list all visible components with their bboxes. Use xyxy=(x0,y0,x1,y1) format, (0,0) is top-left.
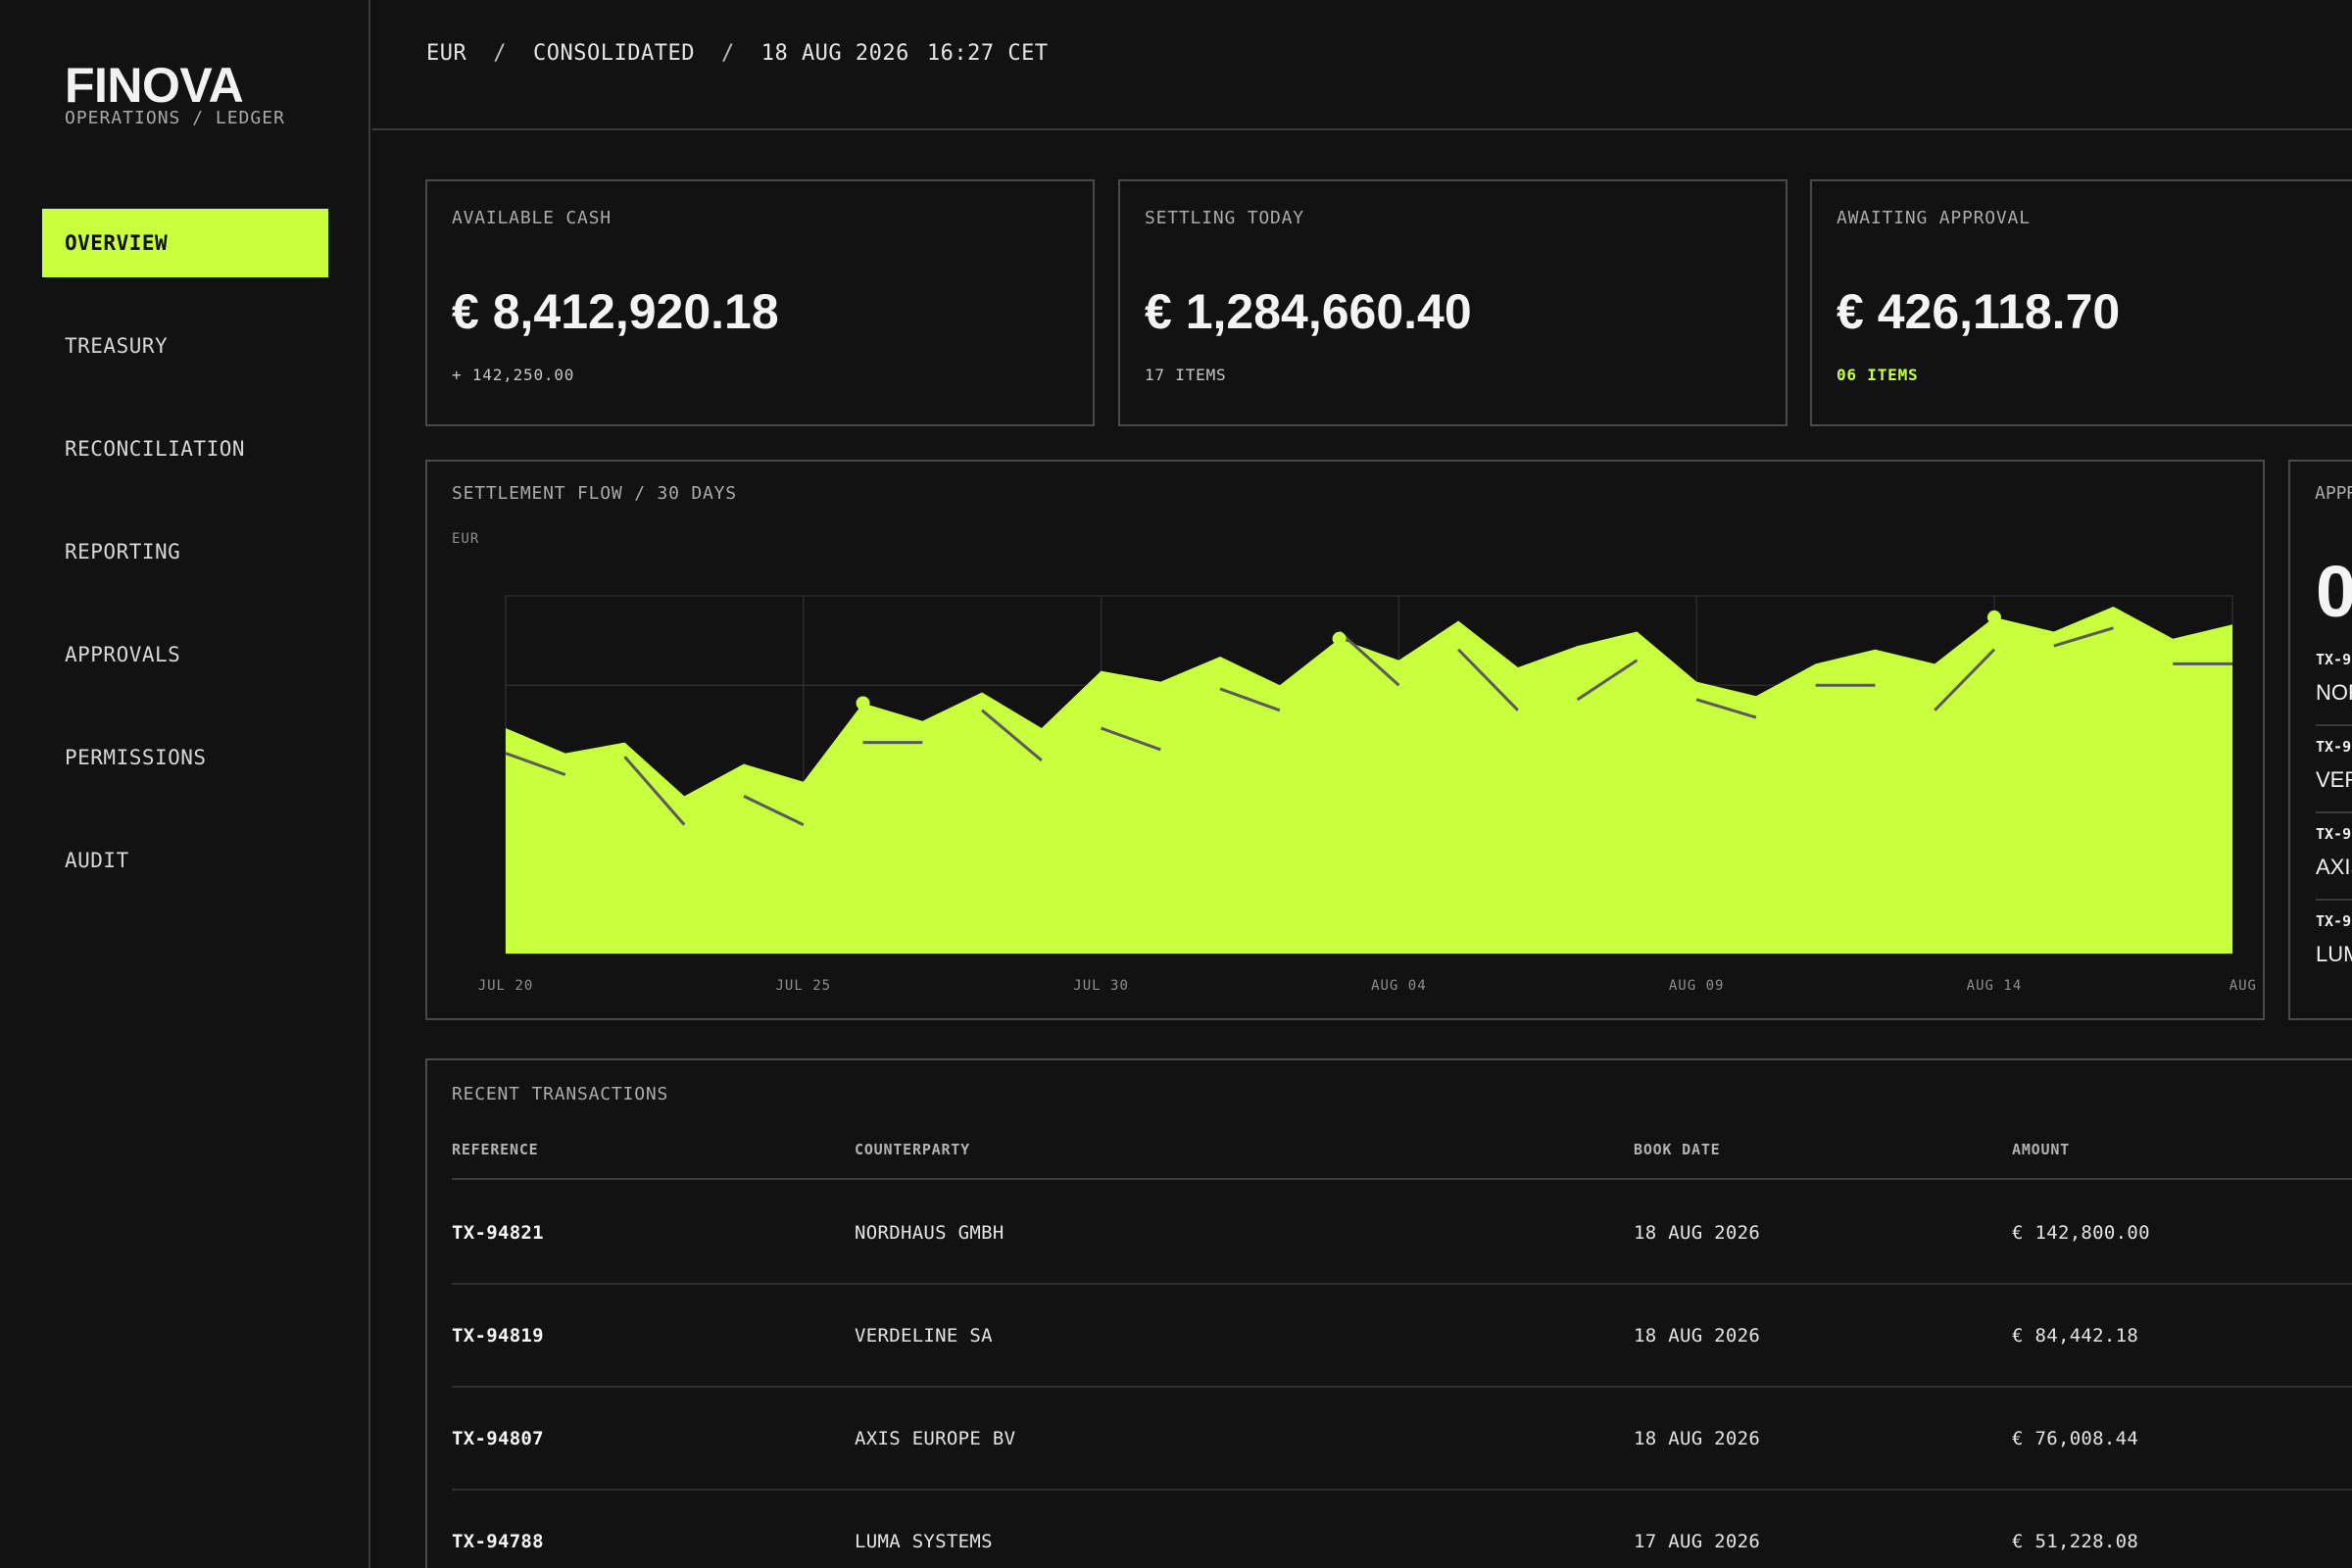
cell-reference: TX-94788 xyxy=(452,1531,544,1552)
approval-item[interactable]: TX-9 AXIS xyxy=(2316,813,2352,901)
kpi-label: AWAITING APPROVAL xyxy=(1837,208,2031,228)
kpi-item-count: 17 ITEMS xyxy=(1145,366,1227,384)
chart-x-tick-label: AUG 18 xyxy=(2230,978,2263,994)
approval-ref: TX-9 xyxy=(2316,738,2352,756)
cell-counterparty: NORDHAUS GMBH xyxy=(855,1222,1004,1244)
approval-ref: TX-9 xyxy=(2316,651,2352,668)
chart-x-tick-label: AUG 09 xyxy=(1669,978,1725,994)
cell-book-date: 17 AUG 2026 xyxy=(1634,1531,1761,1552)
kpi-card-awaiting-approval[interactable]: AWAITING APPROVAL € 426,118.70 06 ITEMS xyxy=(1810,179,2352,426)
chart-point-marker xyxy=(1332,631,1347,646)
nav-item-audit[interactable]: AUDIT xyxy=(42,826,328,895)
approvals-count: 0 xyxy=(2316,550,2352,633)
cell-amount: € 76,008.44 xyxy=(2012,1428,2139,1449)
nav-item-reconciliation[interactable]: RECONCILIATION xyxy=(42,415,328,483)
approvals-panel: APPR 0 TX-9 NOR TX-9 VER TX-9 AXIS TX-9 … xyxy=(2288,460,2352,1020)
settlement-flow-panel: SETTLEMENT FLOW / 30 DAYS EUR JUL 20 JUL … xyxy=(425,460,2265,1020)
breadcrumb-separator: / xyxy=(493,41,507,66)
cell-amount: € 51,228.08 xyxy=(2012,1531,2139,1552)
column-header-book-date[interactable]: BOOK DATE xyxy=(1634,1141,1720,1158)
approval-ref: TX-9 xyxy=(2316,825,2352,843)
kpi-card-available-cash[interactable]: AVAILABLE CASH € 8,412,920.18 + 142,250.… xyxy=(425,179,1095,426)
cell-reference: TX-94807 xyxy=(452,1428,544,1449)
kpi-card-settling-today[interactable]: SETTLING TODAY € 1,284,660.40 17 ITEMS xyxy=(1118,179,1788,426)
chart-x-tick-label: JUL 25 xyxy=(776,978,832,994)
table-header: REFERENCE COUNTERPARTY BOOK DATE AMOUNT xyxy=(452,1141,2352,1180)
cell-reference: TX-94819 xyxy=(452,1325,544,1347)
table-row[interactable]: TX-94819 VERDELINE SA 18 AUG 2026 € 84,4… xyxy=(452,1285,2352,1388)
approval-counterparty: LUM xyxy=(2316,942,2352,966)
column-header-amount[interactable]: AMOUNT xyxy=(2012,1141,2070,1158)
kpi-label: AVAILABLE CASH xyxy=(452,208,612,228)
chart-x-tick-label: AUG 14 xyxy=(1967,978,2023,994)
context-breadcrumb: EUR / CONSOLIDATED / 18 AUG 2026 16:27 C… xyxy=(426,41,1049,66)
kpi-value: € 1,284,660.40 xyxy=(1145,284,1472,339)
kpi-delta: + 142,250.00 xyxy=(452,366,575,384)
cell-counterparty: VERDELINE SA xyxy=(855,1325,993,1347)
chart-x-tick-label: JUL 20 xyxy=(478,978,534,994)
approval-ref: TX-9 xyxy=(2316,912,2352,930)
cell-amount: € 84,442.18 xyxy=(2012,1325,2139,1347)
app-root: FINOVA OPERATIONS / LEDGER OVERVIEW TREA… xyxy=(0,0,2352,1568)
table-row[interactable]: TX-94807 AXIS EUROPE BV 18 AUG 2026 € 76… xyxy=(452,1388,2352,1491)
topbar: EUR / CONSOLIDATED / 18 AUG 2026 16:27 C… xyxy=(372,0,2352,130)
nav-item-permissions[interactable]: PERMISSIONS xyxy=(42,723,328,792)
scope-selector[interactable]: CONSOLIDATED xyxy=(533,41,695,66)
approval-counterparty: VER xyxy=(2316,767,2352,792)
panel-title: RECENT TRANSACTIONS xyxy=(452,1084,669,1104)
brand-subtitle: OPERATIONS / LEDGER xyxy=(65,108,285,128)
chart-point-marker xyxy=(856,696,870,710)
kpi-item-count: 06 ITEMS xyxy=(1837,366,1919,384)
nav-item-approvals[interactable]: APPROVALS xyxy=(42,620,328,689)
column-header-reference[interactable]: REFERENCE xyxy=(452,1141,538,1158)
sidebar: FINOVA OPERATIONS / LEDGER OVERVIEW TREA… xyxy=(0,0,370,1568)
chart-point-marker xyxy=(1986,610,2001,624)
chart-x-tick-label: JUL 30 xyxy=(1073,978,1129,994)
panel-title: APPR xyxy=(2315,483,2352,504)
approval-item[interactable]: TX-9 NOR xyxy=(2316,639,2352,726)
kpi-label: SETTLING TODAY xyxy=(1145,208,1304,228)
currency-selector[interactable]: EUR xyxy=(426,41,466,66)
cell-counterparty: AXIS EUROPE BV xyxy=(855,1428,1016,1449)
brand: FINOVA OPERATIONS / LEDGER xyxy=(65,57,285,128)
nav-item-treasury[interactable]: TREASURY xyxy=(42,312,328,380)
kpi-value: € 8,412,920.18 xyxy=(452,284,779,339)
approval-counterparty: AXIS xyxy=(2316,855,2352,879)
brand-name: FINOVA xyxy=(65,58,244,113)
recent-transactions-panel: RECENT TRANSACTIONS REFERENCE COUNTERPAR… xyxy=(425,1058,2352,1568)
approval-item[interactable]: TX-9 VER xyxy=(2316,726,2352,813)
settlement-flow-chart: JUL 20 JUL 25 JUL 30 AUG 04 AUG 09 AUG 14 AUG … xyxy=(478,595,2263,994)
approval-item[interactable]: TX-9 LUM xyxy=(2316,901,2352,988)
cell-book-date: 18 AUG 2026 xyxy=(1634,1428,1761,1449)
sidebar-nav: OVERVIEW TREASURY RECONCILIATION REPORTI… xyxy=(42,209,328,929)
cell-book-date: 18 AUG 2026 xyxy=(1634,1222,1761,1244)
approval-counterparty: NOR xyxy=(2316,680,2352,705)
breadcrumb-separator: / xyxy=(720,41,735,66)
cell-reference: TX-94821 xyxy=(452,1222,544,1244)
column-header-counterparty[interactable]: COUNTERPARTY xyxy=(855,1141,970,1158)
cell-book-date: 18 AUG 2026 xyxy=(1634,1325,1761,1347)
cell-amount: € 142,800.00 xyxy=(2012,1222,2150,1244)
nav-item-reporting[interactable]: REPORTING xyxy=(42,517,328,586)
current-date: 18 AUG 2026 xyxy=(760,41,909,66)
nav-item-overview[interactable]: OVERVIEW xyxy=(42,209,328,277)
table-row[interactable]: TX-94788 LUMA SYSTEMS 17 AUG 2026 € 51,2… xyxy=(452,1491,2352,1568)
chart-x-tick-label: AUG 04 xyxy=(1371,978,1427,994)
table-row[interactable]: TX-94821 NORDHAUS GMBH 18 AUG 2026 € 142… xyxy=(452,1182,2352,1285)
current-time: 16:27 CET xyxy=(926,41,1049,66)
cell-counterparty: LUMA SYSTEMS xyxy=(855,1531,993,1552)
kpi-value: € 426,118.70 xyxy=(1837,284,2121,339)
